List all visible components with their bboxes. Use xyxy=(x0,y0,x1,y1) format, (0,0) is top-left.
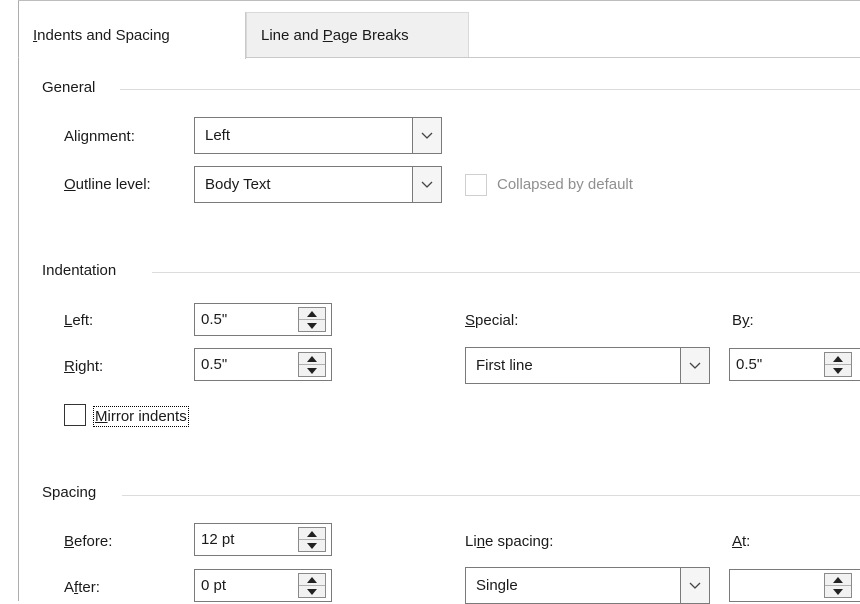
spin-down-icon[interactable] xyxy=(825,586,851,597)
spin-down-icon[interactable] xyxy=(825,365,851,376)
left-indent-label: Left: xyxy=(64,312,94,329)
collapsed-by-default-label: Collapsed by default xyxy=(497,176,633,193)
special-value: First line xyxy=(476,357,533,374)
spinner-buttons xyxy=(298,352,326,377)
spin-down-icon[interactable] xyxy=(299,320,325,331)
spin-up-icon[interactable] xyxy=(299,574,325,586)
spin-up-icon[interactable] xyxy=(299,353,325,365)
group-title-general: General xyxy=(42,79,102,96)
right-indent-spinner[interactable]: 0.5" xyxy=(194,348,332,381)
before-spinner[interactable]: 12 pt xyxy=(194,523,332,556)
spinner-buttons xyxy=(298,307,326,332)
mirror-indents-checkbox[interactable] xyxy=(64,404,86,426)
outline-level-label: Outline level: xyxy=(64,176,151,193)
tab-label: Line and Page Breaks xyxy=(261,26,409,44)
spinner-buttons xyxy=(298,527,326,552)
alignment-label: Alignment: xyxy=(64,128,135,145)
chevron-down-icon[interactable] xyxy=(412,166,442,203)
tab-indents-and-spacing[interactable]: Indents and Spacing xyxy=(19,12,246,59)
spinner-buttons xyxy=(824,573,852,598)
left-indent-spinner[interactable]: 0.5" xyxy=(194,303,332,336)
spinner-buttons xyxy=(298,573,326,598)
at-spinner[interactable] xyxy=(729,569,860,602)
before-value: 12 pt xyxy=(201,531,235,548)
group-title-indentation: Indentation xyxy=(42,262,123,279)
line-spacing-dropdown[interactable]: Single xyxy=(465,567,710,604)
before-label: Before: xyxy=(64,533,113,550)
by-spinner[interactable]: 0.5" xyxy=(729,348,860,381)
group-title-spacing: Spacing xyxy=(42,484,103,501)
spacing-divider xyxy=(122,495,860,496)
spin-up-icon[interactable] xyxy=(825,353,851,365)
alignment-value: Left xyxy=(205,127,231,144)
collapsed-by-default-checkbox[interactable] xyxy=(465,174,487,196)
after-spinner[interactable]: 0 pt xyxy=(194,569,332,602)
spin-up-icon[interactable] xyxy=(299,528,325,540)
spin-down-icon[interactable] xyxy=(299,365,325,376)
right-indent-label: Right: xyxy=(64,358,104,375)
dialog-left-border xyxy=(18,0,19,601)
chevron-down-icon[interactable] xyxy=(680,567,710,604)
after-label: After: xyxy=(64,579,100,596)
by-value: 0.5" xyxy=(736,356,763,373)
tab-line-and-page-breaks[interactable]: Line and Page Breaks xyxy=(246,12,469,57)
line-spacing-value: Single xyxy=(476,577,518,594)
special-dropdown[interactable]: First line xyxy=(465,347,710,384)
general-divider xyxy=(120,89,860,90)
line-spacing-label: Line spacing: xyxy=(465,533,554,550)
indentation-divider xyxy=(152,272,860,273)
spinner-buttons xyxy=(824,352,852,377)
outline-level-value: Body Text xyxy=(205,176,271,193)
chevron-down-icon[interactable] xyxy=(412,117,442,154)
at-label: At: xyxy=(732,533,751,550)
left-indent-value: 0.5" xyxy=(201,311,228,328)
spin-down-icon[interactable] xyxy=(299,586,325,597)
special-label: Special: xyxy=(465,312,519,329)
right-indent-value: 0.5" xyxy=(201,356,228,373)
alignment-dropdown[interactable]: Left xyxy=(194,117,442,154)
dialog-top-border xyxy=(18,0,860,1)
chevron-down-icon[interactable] xyxy=(680,347,710,384)
spin-up-icon[interactable] xyxy=(299,308,325,320)
spin-down-icon[interactable] xyxy=(299,540,325,551)
after-value: 0 pt xyxy=(201,577,227,594)
mirror-indents-label: Mirror indents xyxy=(93,406,189,427)
tab-label: Indents and Spacing xyxy=(33,27,170,44)
spin-up-icon[interactable] xyxy=(825,574,851,586)
by-label: By: xyxy=(732,312,754,329)
outline-level-dropdown[interactable]: Body Text xyxy=(194,166,442,203)
